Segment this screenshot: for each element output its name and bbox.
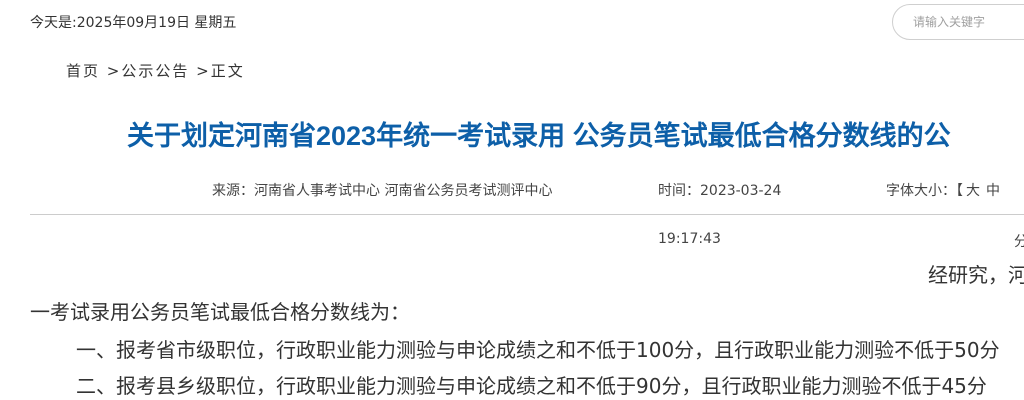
- breadcrumb-section[interactable]: 公示公告: [121, 62, 189, 80]
- breadcrumb-separator: >: [189, 62, 211, 80]
- search-input[interactable]: [892, 4, 1024, 40]
- page: 今天是:2025年09月19日 星期五 首页 >公示公告 >正文 关于划定河南省…: [0, 0, 1024, 400]
- current-date: 今天是:2025年09月19日 星期五: [30, 15, 237, 31]
- article-paragraph: 一、报考省市级职位，行政职业能力测验与申论成绩之和不低于100分，且行政职业能力…: [76, 338, 1000, 362]
- font-size-medium-button[interactable]: 中: [986, 183, 1000, 199]
- meta-overflow-text: 分: [1014, 234, 1024, 250]
- article-time-continued: 19:17:43: [658, 231, 721, 247]
- font-size-control: 字体大小：【大中: [886, 180, 1003, 200]
- breadcrumb-home[interactable]: 首页: [66, 62, 100, 80]
- article-source: 来源：河南省人事考试中心 河南省公务员考试测评中心: [212, 183, 553, 199]
- breadcrumb: 首页 >公示公告 >正文: [66, 60, 245, 81]
- font-size-label: 字体大小：【: [886, 183, 963, 199]
- breadcrumb-separator: >: [100, 62, 122, 80]
- article-paragraph: 二、报考县乡级职位，行政职业能力测验与申论成绩之和不低于90分，且行政职业能力测…: [76, 374, 987, 398]
- article-title: 关于划定河南省2023年统一考试录用 公务员笔试最低合格分数线的公: [127, 121, 951, 151]
- article-paragraph: 一考试录用公务员笔试最低合格分数线为：: [30, 300, 410, 324]
- font-size-large-button[interactable]: 大: [966, 183, 980, 199]
- article-paragraph: 经研究，河: [928, 263, 1024, 287]
- article-time: 时间：2023-03-24: [658, 183, 782, 199]
- breadcrumb-current: 正文: [210, 62, 245, 80]
- divider: [30, 214, 1024, 215]
